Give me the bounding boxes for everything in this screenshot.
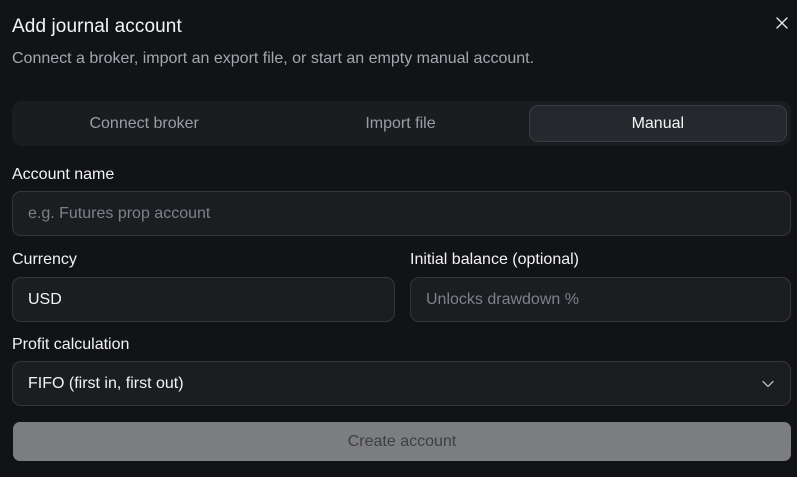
chevron-down-icon bbox=[761, 377, 775, 391]
currency-field-wrapper bbox=[12, 277, 395, 322]
profit-calculation-select[interactable]: FIFO (first in, first out) bbox=[12, 361, 791, 406]
account-name-field-wrapper bbox=[12, 191, 791, 236]
initial-balance-field-wrapper bbox=[410, 277, 791, 322]
initial-balance-label: Initial balance (optional) bbox=[410, 251, 579, 268]
add-journal-account-dialog: Add journal account Connect a broker, im… bbox=[0, 0, 797, 477]
create-account-button[interactable]: Create account bbox=[13, 422, 791, 461]
dialog-subtitle: Connect a broker, import an export file,… bbox=[12, 50, 535, 67]
account-source-tabs: Connect broker Import file Manual bbox=[12, 101, 791, 146]
account-name-input[interactable] bbox=[28, 204, 775, 223]
currency-label: Currency bbox=[12, 251, 77, 268]
close-button[interactable] bbox=[773, 14, 791, 32]
close-icon bbox=[776, 17, 788, 29]
profit-calculation-label: Profit calculation bbox=[12, 336, 130, 353]
tab-connect-broker[interactable]: Connect broker bbox=[16, 105, 272, 142]
tab-import-file[interactable]: Import file bbox=[272, 105, 528, 142]
tab-manual[interactable]: Manual bbox=[528, 105, 787, 142]
profit-calculation-selected-value: FIFO (first in, first out) bbox=[28, 374, 184, 392]
dialog-title: Add journal account bbox=[12, 16, 182, 37]
account-name-label: Account name bbox=[12, 166, 115, 183]
currency-input[interactable] bbox=[28, 290, 379, 309]
initial-balance-input[interactable] bbox=[426, 290, 775, 309]
